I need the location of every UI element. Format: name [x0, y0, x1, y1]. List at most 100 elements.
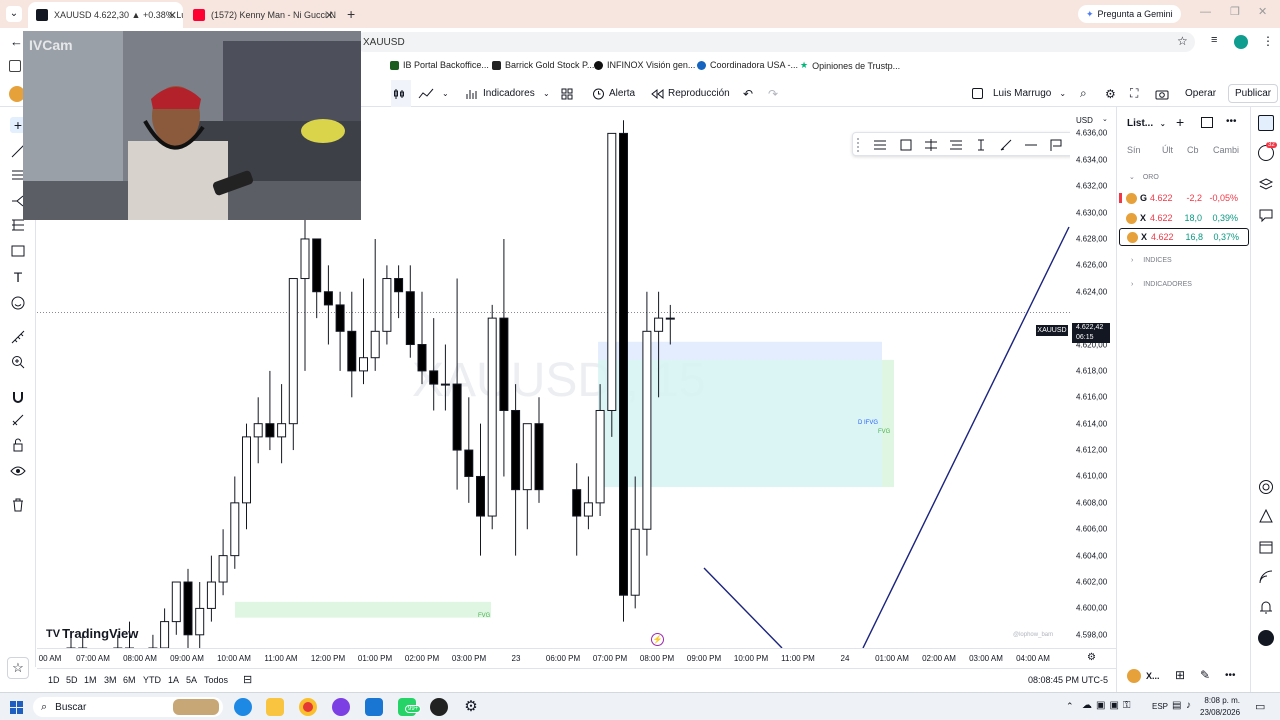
calendar-icon[interactable]: [1258, 539, 1274, 555]
media-icon[interactable]: ≡: [1211, 34, 1217, 46]
layouts-button[interactable]: [561, 80, 577, 107]
col-last[interactable]: Últ: [1162, 145, 1173, 155]
ruler-icon[interactable]: [10, 329, 26, 345]
watchlist-row[interactable]: X 4.622 18,0 0,39%: [1119, 209, 1249, 227]
section-indicators[interactable]: › INDICADORES: [1131, 281, 1192, 288]
timeframe-all[interactable]: Todos: [204, 675, 228, 685]
section-gold[interactable]: ⌄ ORO: [1129, 173, 1159, 181]
close-icon[interactable]: ✕: [325, 9, 334, 22]
timeframe-6m[interactable]: 6M: [123, 675, 136, 685]
chat-icon[interactable]: [1258, 207, 1274, 223]
volume-icon[interactable]: ♪: [1186, 700, 1191, 711]
taskbar-date[interactable]: 23/08/2026: [1200, 708, 1240, 717]
layout-name-button[interactable]: Luis Marrugo ⌄: [972, 80, 1066, 107]
indicators-button[interactable]: Indicadores: [466, 80, 535, 107]
timeframe-1a[interactable]: 1A: [168, 675, 179, 685]
timeframe-1d[interactable]: 1D: [48, 675, 60, 685]
more-icon[interactable]: •••: [1226, 116, 1237, 127]
timeframe-3m[interactable]: 3M: [104, 675, 117, 685]
dash-line-icon[interactable]: [1024, 138, 1038, 152]
chart-type-button[interactable]: ⌄: [418, 80, 449, 107]
timeframe-5d[interactable]: 5D: [66, 675, 78, 685]
tab-search-button[interactable]: ⌄: [6, 6, 22, 22]
bookmark-infinox[interactable]: INFINOX Visión gen...: [594, 60, 695, 70]
distribute-icon[interactable]: [924, 138, 938, 152]
bar-style-button[interactable]: [391, 80, 411, 107]
taskbar-time[interactable]: 8:08 p. m.: [1204, 696, 1240, 705]
table-icon[interactable]: [1201, 117, 1213, 128]
gemini-button[interactable]: ✦ Pregunta a Gemini: [1078, 5, 1181, 23]
indicators-dropdown[interactable]: ⌄: [543, 80, 550, 107]
triangle-icon[interactable]: [1258, 508, 1274, 524]
lock-draw-icon[interactable]: [10, 412, 26, 428]
bookmark-coordinadora[interactable]: Coordinadora USA -...: [697, 60, 798, 70]
timeframe-5a[interactable]: 5A: [186, 675, 197, 685]
camera-button[interactable]: [1155, 80, 1173, 107]
favorites-star-icon[interactable]: ☆: [7, 657, 29, 679]
target-icon[interactable]: [1258, 479, 1274, 495]
settings-gear-icon[interactable]: ⚙: [462, 698, 480, 716]
emoji-icon[interactable]: [10, 295, 26, 311]
bell-icon[interactable]: [1258, 599, 1274, 615]
text-cursor-icon[interactable]: [974, 138, 988, 152]
profile-avatar[interactable]: [1234, 35, 1248, 49]
bookmark-trustpilot[interactable]: ★ Opiniones de Trustp...: [800, 60, 900, 71]
section-indices[interactable]: › INDICES: [1131, 257, 1172, 264]
align-icon[interactable]: [873, 138, 887, 152]
price-axis[interactable]: USD ⌄ 4.636,00 4.634,00 4.632,00 4.630,00 4.…: [1036, 107, 1116, 648]
address-bar[interactable]: [355, 32, 1195, 52]
language-label[interactable]: ESP: [1152, 702, 1168, 711]
more-icon[interactable]: •••: [1225, 670, 1236, 681]
tray-icons[interactable]: ☁▣▣⚿: [1082, 700, 1135, 711]
magnet-icon[interactable]: [10, 389, 26, 405]
edge-icon[interactable]: [234, 698, 252, 716]
taskbar-search[interactable]: ⌕ Buscar: [33, 697, 223, 717]
watchlist-row-selected[interactable]: X 4.622 16,8 0,37%: [1119, 228, 1249, 246]
pen-icon[interactable]: [999, 138, 1013, 152]
layers-icon[interactable]: [1258, 177, 1274, 193]
signal-icon[interactable]: [1258, 569, 1274, 585]
axis-settings-icon[interactable]: ⚙: [1087, 652, 1096, 663]
lock-icon[interactable]: [10, 437, 26, 453]
col-change-pct[interactable]: Cambi: [1213, 145, 1239, 155]
apps-grid-icon[interactable]: [1258, 630, 1274, 646]
github-desktop-icon[interactable]: [430, 698, 448, 716]
ai-app-icon[interactable]: [332, 698, 350, 716]
eye-icon[interactable]: [10, 463, 26, 479]
date-range-icon[interactable]: ⊟: [243, 673, 252, 686]
edit-icon[interactable]: ✎: [1200, 668, 1210, 682]
chevron-down-icon[interactable]: ⌄: [1102, 115, 1108, 123]
frame-icon[interactable]: [899, 138, 913, 152]
alert-button[interactable]: Alerta: [592, 80, 635, 107]
close-window-button[interactable]: ✕: [1258, 5, 1267, 18]
flag-icon[interactable]: [1049, 138, 1063, 152]
tab-xauusd[interactable]: XAUUSD 4.622,30 ▲ +0.38% Lu ✕: [28, 2, 183, 28]
time-axis[interactable]: 00 AM 07:00 AM 08:00 AM 09:00 AM 10:00 AM 11:…: [37, 648, 1116, 668]
clock-label[interactable]: 08:08:45 PM UTC-5: [1028, 675, 1108, 685]
quick-search-button[interactable]: ⌕: [1080, 80, 1087, 107]
text-icon[interactable]: T: [10, 269, 26, 285]
zoom-icon[interactable]: [10, 354, 26, 370]
watchlist-icon[interactable]: [1258, 115, 1274, 131]
menu-icon[interactable]: ⋮: [1262, 34, 1274, 48]
minimize-button[interactable]: —: [1200, 6, 1211, 18]
publish-button[interactable]: Publicar: [1228, 84, 1279, 103]
notifications-icon[interactable]: ▭: [1255, 700, 1265, 713]
bookmark-ib-portal[interactable]: IB Portal Backoffice...: [390, 60, 489, 70]
back-icon[interactable]: ←: [10, 34, 23, 49]
undo-button[interactable]: ↶: [743, 80, 753, 107]
timeframe-ytd[interactable]: YTD: [143, 675, 161, 685]
network-icon[interactable]: ▤: [1172, 700, 1181, 711]
redo-button[interactable]: ↷: [768, 80, 778, 107]
trade-button[interactable]: Operar: [1182, 80, 1219, 107]
col-symbol[interactable]: Sín: [1127, 145, 1141, 155]
footer-symbol[interactable]: X...: [1127, 669, 1160, 683]
bookmark-barrick[interactable]: Barrick Gold Stock P...: [492, 60, 594, 70]
levels-icon[interactable]: [949, 138, 963, 152]
settings-button[interactable]: ⚙: [1105, 80, 1116, 107]
add-symbol-icon[interactable]: +: [1176, 114, 1184, 130]
tray-up-icon[interactable]: ⌃: [1066, 701, 1074, 712]
star-icon[interactable]: ☆: [1177, 34, 1188, 48]
file-explorer-icon[interactable]: [266, 698, 284, 716]
watchlist-title[interactable]: List... ⌄: [1127, 118, 1166, 129]
